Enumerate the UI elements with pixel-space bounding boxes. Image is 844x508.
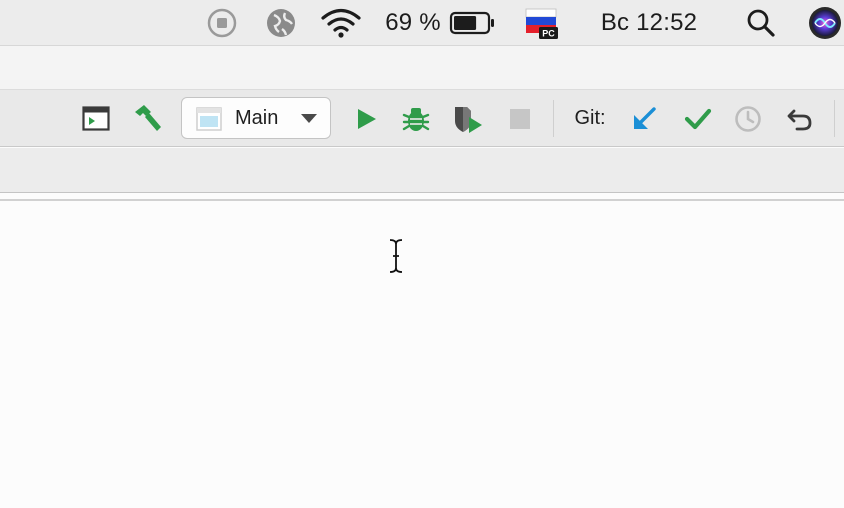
menubar-clock[interactable]: Вс 12:52	[586, 0, 712, 46]
build-hammer-icon[interactable]	[128, 90, 166, 147]
text-cursor-icon	[389, 239, 403, 273]
run-configuration-label: Main	[235, 107, 279, 129]
git-label: Git:	[574, 107, 606, 129]
git-revert-icon[interactable]	[782, 90, 818, 147]
stop-icon[interactable]	[502, 90, 538, 147]
globe-icon[interactable]	[262, 0, 300, 46]
run-icon[interactable]	[348, 90, 384, 147]
russian-flag-icon[interactable]: PC	[524, 0, 560, 46]
chevron-down-icon	[301, 114, 317, 123]
toolbar-separator	[834, 100, 835, 137]
wifi-icon[interactable]	[318, 0, 364, 46]
input-source-badge: PC	[542, 29, 555, 39]
debug-icon[interactable]	[398, 90, 434, 147]
battery-icon[interactable]	[448, 0, 498, 46]
search-icon[interactable]	[742, 0, 780, 46]
app-window-icon	[196, 107, 222, 131]
coverage-icon[interactable]	[448, 90, 488, 147]
git-commit-icon[interactable]	[680, 90, 716, 147]
window-title-strip	[0, 46, 844, 90]
project-window-icon[interactable]	[78, 90, 114, 147]
git-update-icon[interactable]	[626, 90, 662, 147]
macos-menubar: 69 % PC Вс 12:52	[0, 0, 844, 46]
siri-icon[interactable]	[806, 0, 844, 46]
editor-area[interactable]	[0, 201, 844, 508]
screen-record-icon[interactable]	[204, 0, 240, 46]
toolbar-separator	[553, 100, 554, 137]
navigation-bar	[0, 148, 844, 193]
git-history-icon[interactable]	[730, 90, 766, 147]
battery-percent: 69 %	[385, 9, 441, 36]
ide-toolbar: Main Git:	[0, 90, 844, 147]
run-configuration-selector[interactable]: Main	[181, 97, 331, 139]
